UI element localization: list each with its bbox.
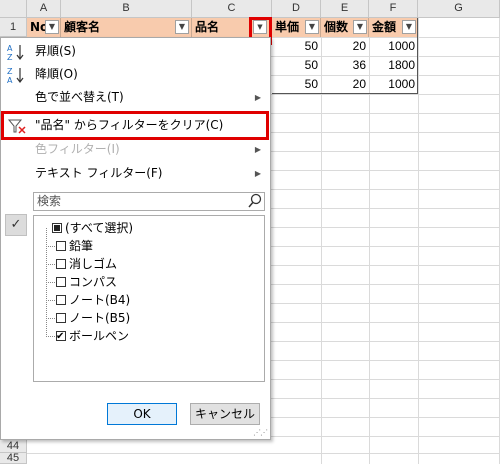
header-cell-unit-price[interactable]: 単価 ▼ (272, 18, 321, 37)
list-item[interactable]: 鉛筆 (56, 237, 93, 255)
checkbox[interactable] (56, 295, 66, 305)
submenu-arrow-icon: ▶ (254, 145, 261, 154)
menu-sort-ascending-label: 昇順(S) (35, 44, 76, 58)
col-header-g[interactable]: G (418, 0, 500, 18)
checkbox[interactable] (56, 277, 66, 287)
list-item[interactable]: ノート(B5) (56, 309, 130, 327)
menu-sort-ascending[interactable]: A Z 昇順(S) (1, 40, 269, 63)
filter-dropdown-unit-price[interactable]: ▼ (305, 20, 319, 34)
checkbox[interactable] (56, 241, 66, 251)
menu-text-filter[interactable]: テキスト フィルター(F) ▶ (1, 162, 269, 185)
list-item-label: ノート(B4) (69, 293, 131, 307)
list-item[interactable]: ボールペン (56, 327, 130, 346)
list-item-label: コンパス (69, 275, 118, 289)
resize-grip-icon[interactable]: ⋰⋰ (253, 428, 268, 437)
cell-unit-price[interactable]: 50 (272, 56, 321, 75)
tree-line (46, 282, 55, 283)
highlight-clear-filter (1, 111, 269, 140)
table-border (417, 18, 418, 94)
tree-line (46, 318, 55, 319)
search-placeholder: 検索 (37, 194, 62, 208)
cell-quantity[interactable]: 36 (321, 56, 369, 75)
svg-text:A: A (7, 44, 13, 53)
header-quantity-label: 個数 (324, 20, 349, 34)
col-header-f[interactable]: F (369, 0, 418, 18)
checkbox-checked[interactable] (56, 328, 66, 346)
checkmark-icon: ✓ (5, 214, 27, 236)
cell-quantity[interactable]: 20 (321, 75, 369, 94)
svg-text:Z: Z (7, 67, 13, 76)
col-header-d[interactable]: D (272, 0, 321, 18)
checkbox-partial[interactable] (52, 223, 62, 233)
tree-line (46, 300, 55, 301)
header-customer-label: 顧客名 (64, 20, 101, 34)
list-item-label: ボールペン (69, 329, 130, 343)
submenu-arrow-icon: ▶ (254, 93, 261, 102)
list-item-label: 消しゴム (69, 257, 118, 271)
header-product-label: 品名 (195, 20, 220, 34)
list-item[interactable]: ノート(B4) (56, 291, 130, 309)
menu-text-filter-label: テキスト フィルター(F) (35, 166, 163, 180)
menu-sort-descending-label: 降順(O) (35, 67, 78, 81)
cell-unit-price[interactable]: 50 (272, 37, 321, 56)
tree-line (46, 246, 55, 247)
sort-ascending-icon: A Z (7, 43, 27, 62)
filter-dropdown-quantity[interactable]: ▼ (353, 20, 367, 34)
header-cell-amount[interactable]: 金額 ▼ (369, 18, 418, 37)
table-border (272, 93, 418, 94)
filter-dropdown-no[interactable]: ▼ (45, 20, 59, 34)
col-header-a[interactable]: A (27, 0, 61, 18)
header-cell-no[interactable]: No ▼ (27, 18, 61, 37)
col-header-e[interactable]: E (321, 0, 369, 18)
menu-color-filter[interactable]: 色フィルター(I) ▶ (1, 138, 269, 161)
list-item-label: ノート(B5) (69, 311, 131, 325)
select-all-corner[interactable] (0, 0, 27, 18)
search-input[interactable]: 検索 (33, 192, 265, 211)
tree-line (46, 336, 55, 337)
menu-sort-descending[interactable]: Z A 降順(O) (1, 63, 269, 86)
row-header-1[interactable]: 1 (0, 18, 27, 37)
cell-unit-price[interactable]: 50 (272, 75, 321, 94)
ok-button[interactable]: OK (107, 403, 177, 425)
header-unit-price-label: 単価 (275, 20, 300, 34)
checkbox[interactable] (56, 259, 66, 269)
filter-dropdown-amount[interactable]: ▼ (402, 20, 416, 34)
header-cell-quantity[interactable]: 個数 ▼ (321, 18, 369, 37)
cell-amount[interactable]: 1000 (369, 37, 418, 56)
list-item[interactable]: コンパス (56, 273, 117, 291)
submenu-arrow-icon: ▶ (254, 169, 261, 178)
col-header-c[interactable]: C (192, 0, 272, 18)
header-cell-customer[interactable]: 顧客名 ▼ (61, 18, 192, 37)
list-item[interactable]: 消しゴム (56, 255, 117, 273)
cell-amount[interactable]: 1000 (369, 75, 418, 94)
cell-quantity[interactable]: 20 (321, 37, 369, 56)
tree-line (46, 264, 55, 265)
cell-amount[interactable]: 1800 (369, 56, 418, 75)
svg-text:A: A (7, 76, 13, 84)
filter-value-list: (すべて選択) 鉛筆 消しゴム コンパス ノート(B4) ノート(B5) ボール… (33, 215, 265, 382)
menu-sort-by-color[interactable]: 色で並べ替え(T) ▶ (1, 86, 269, 109)
header-amount-label: 金額 (372, 20, 397, 34)
filter-dropdown-customer[interactable]: ▼ (175, 20, 189, 34)
menu-color-filter-label: 色フィルター(I) (35, 142, 120, 156)
list-item-label: (すべて選択) (65, 221, 134, 235)
row-header-45[interactable]: 45 (0, 453, 27, 464)
menu-sort-by-color-label: 色で並べ替え(T) (35, 90, 124, 104)
checkbox[interactable] (56, 313, 66, 323)
list-item-label: 鉛筆 (69, 239, 94, 253)
search-icon[interactable] (248, 193, 262, 214)
cancel-button[interactable]: キャンセル (190, 403, 260, 425)
list-item-select-all[interactable]: (すべて選択) (52, 219, 133, 237)
autofilter-menu: A Z 昇順(S) Z A 降順(O) 色で並べ替え(T) ▶ "品名" からフ… (0, 37, 271, 440)
sort-descending-icon: Z A (7, 66, 27, 85)
col-header-b[interactable]: B (61, 0, 192, 18)
svg-text:Z: Z (7, 53, 13, 61)
